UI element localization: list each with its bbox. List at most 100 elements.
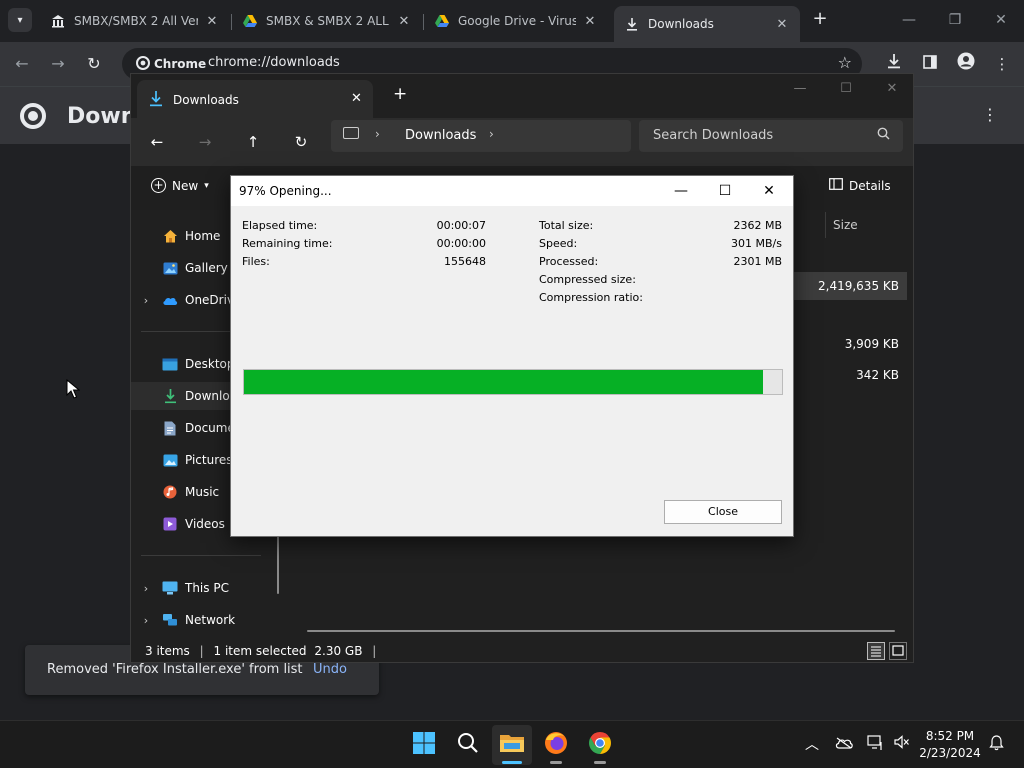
onedrive-paused-icon[interactable] [834, 735, 854, 755]
running-app-indicator [550, 761, 562, 764]
files-label: Files: [242, 255, 270, 268]
chrome-tab-downloads[interactable]: Downloads ✕ [614, 6, 800, 42]
search-downloads-input[interactable]: Search Downloads [639, 120, 903, 152]
tiles-view-icon[interactable] [889, 642, 907, 660]
chevron-down-icon: ▾ [204, 180, 209, 191]
details-pane-button[interactable]: Details [829, 178, 891, 193]
new-tab-plus-icon[interactable]: + [393, 84, 407, 104]
tab-label: Downloads [173, 93, 239, 107]
onedrive-icon [161, 292, 179, 308]
tab-label: Google Drive - Virus sc [458, 14, 576, 28]
google-drive-icon [242, 13, 258, 29]
nav-item-this-pc[interactable]: › This PC [131, 574, 289, 602]
chip-label: Chrome [154, 57, 207, 71]
download-icon [161, 388, 179, 404]
start-button[interactable] [404, 725, 444, 765]
nav-divider [141, 555, 261, 556]
close-icon[interactable]: ✕ [978, 8, 1024, 32]
close-button[interactable]: Close [664, 500, 782, 524]
chevron-right-icon[interactable]: › [375, 127, 380, 141]
mouse-pointer-icon [66, 378, 81, 399]
file-list-scrollbar[interactable] [307, 630, 895, 632]
chevron-right-icon[interactable]: › [131, 582, 161, 595]
notification-bell-icon[interactable] [986, 735, 1006, 755]
explorer-address-bar[interactable]: › Downloads › [331, 120, 631, 152]
status-size: 2.30 GB [314, 644, 363, 658]
chrome-tab-google-drive[interactable]: Google Drive - Virus sc ✕ [424, 6, 608, 36]
monitor-icon [343, 127, 359, 139]
forward-arrow-icon[interactable]: → [44, 50, 72, 78]
volume-muted-icon[interactable] [892, 735, 912, 755]
details-label: Details [849, 178, 891, 193]
back-arrow-icon[interactable]: ← [143, 128, 171, 156]
minimize-icon[interactable]: — [886, 8, 932, 32]
kebab-menu-icon[interactable]: ⋮ [982, 105, 998, 124]
nav-item-label: Home [185, 229, 221, 243]
tab-close-icon[interactable]: ✕ [351, 91, 362, 106]
network-status-icon[interactable] [866, 735, 886, 755]
breadcrumb-downloads[interactable]: Downloads [405, 128, 476, 143]
kebab-menu-icon[interactable]: ⋮ [990, 52, 1014, 76]
details-view-icon[interactable] [867, 642, 885, 660]
pc-icon [161, 580, 179, 596]
undo-button[interactable]: Undo [313, 662, 347, 677]
tab-close-icon[interactable]: ✕ [582, 14, 598, 29]
tray-overflow-chevron-up-icon[interactable]: ︿ [802, 735, 822, 755]
speed-value: 301 MB/s [731, 237, 782, 250]
nav-item-network[interactable]: › Network [131, 606, 289, 634]
taskbar-search-button[interactable] [448, 725, 488, 765]
dialog-title-bar: 97% Opening... — ☐ ✕ [231, 176, 793, 206]
close-icon[interactable]: ✕ [747, 178, 791, 204]
new-button[interactable]: + New ▾ [151, 178, 209, 193]
restore-icon[interactable]: ❐ [932, 8, 978, 32]
files-value: 155648 [444, 255, 486, 268]
documents-icon [161, 420, 179, 436]
profile-avatar-icon[interactable] [954, 52, 978, 76]
tab-search-dropdown-icon[interactable]: ▾ [8, 8, 32, 32]
elapsed-time-label: Elapsed time: [242, 219, 318, 232]
close-icon[interactable]: ✕ [869, 76, 915, 102]
explorer-title-bar: Downloads ✕ + — ☐ ✕ [131, 74, 913, 118]
maximize-icon[interactable]: ☐ [703, 178, 747, 204]
desktop-icon [161, 356, 179, 372]
tab-close-icon[interactable]: ✕ [774, 17, 790, 32]
explorer-status-bar: 3 items | 1 item selected 2.30 GB | [131, 640, 913, 662]
google-drive-icon [434, 13, 450, 29]
side-panel-icon[interactable] [918, 52, 942, 76]
size-column-header[interactable]: Size [825, 212, 907, 238]
system-clock[interactable]: 8:52 PM 2/23/2024 [918, 728, 982, 762]
forward-arrow-icon[interactable]: → [191, 128, 219, 156]
refresh-icon[interactable]: ↻ [287, 128, 315, 156]
nav-item-label: Pictures [185, 453, 233, 467]
maximize-icon[interactable]: ☐ [823, 76, 869, 102]
taskbar-file-explorer[interactable] [492, 725, 532, 765]
bookmark-star-icon[interactable]: ☆ [838, 53, 852, 72]
url-text: chrome://downloads [208, 55, 340, 70]
chevron-right-icon[interactable]: › [489, 127, 494, 141]
new-tab-plus-icon[interactable]: + [808, 8, 832, 32]
explorer-tab-downloads[interactable]: Downloads ✕ [137, 80, 373, 118]
extraction-progress-bar [243, 369, 783, 395]
home-icon [161, 228, 179, 244]
taskbar-firefox[interactable] [536, 725, 576, 765]
running-app-indicator [594, 761, 606, 764]
chevron-right-icon[interactable]: › [131, 614, 161, 627]
nav-item-label: Music [185, 485, 220, 499]
chrome-tab-smbx-all[interactable]: SMBX & SMBX 2 ALL V ✕ [232, 6, 422, 36]
tab-close-icon[interactable]: ✕ [396, 14, 412, 29]
minimize-icon[interactable]: — [659, 178, 703, 204]
up-arrow-icon[interactable]: ↑ [239, 128, 267, 156]
tab-label: SMBX/SMBX 2 All Vers [74, 14, 198, 28]
pictures-icon [161, 452, 179, 468]
tab-close-icon[interactable]: ✕ [204, 14, 220, 29]
back-arrow-icon[interactable]: ← [8, 50, 36, 78]
compression-ratio-label: Compression ratio: [539, 291, 643, 304]
file-size-cell: 3,909 KB [844, 337, 899, 351]
chrome-logo-icon [588, 731, 612, 759]
chevron-right-icon[interactable]: › [131, 294, 161, 307]
search-icon [877, 127, 890, 144]
reload-icon[interactable]: ↻ [80, 50, 108, 78]
taskbar-chrome[interactable] [580, 725, 620, 765]
chrome-tab-smbx-versions[interactable]: SMBX/SMBX 2 All Vers ✕ [40, 6, 230, 36]
minimize-icon[interactable]: — [777, 76, 823, 102]
